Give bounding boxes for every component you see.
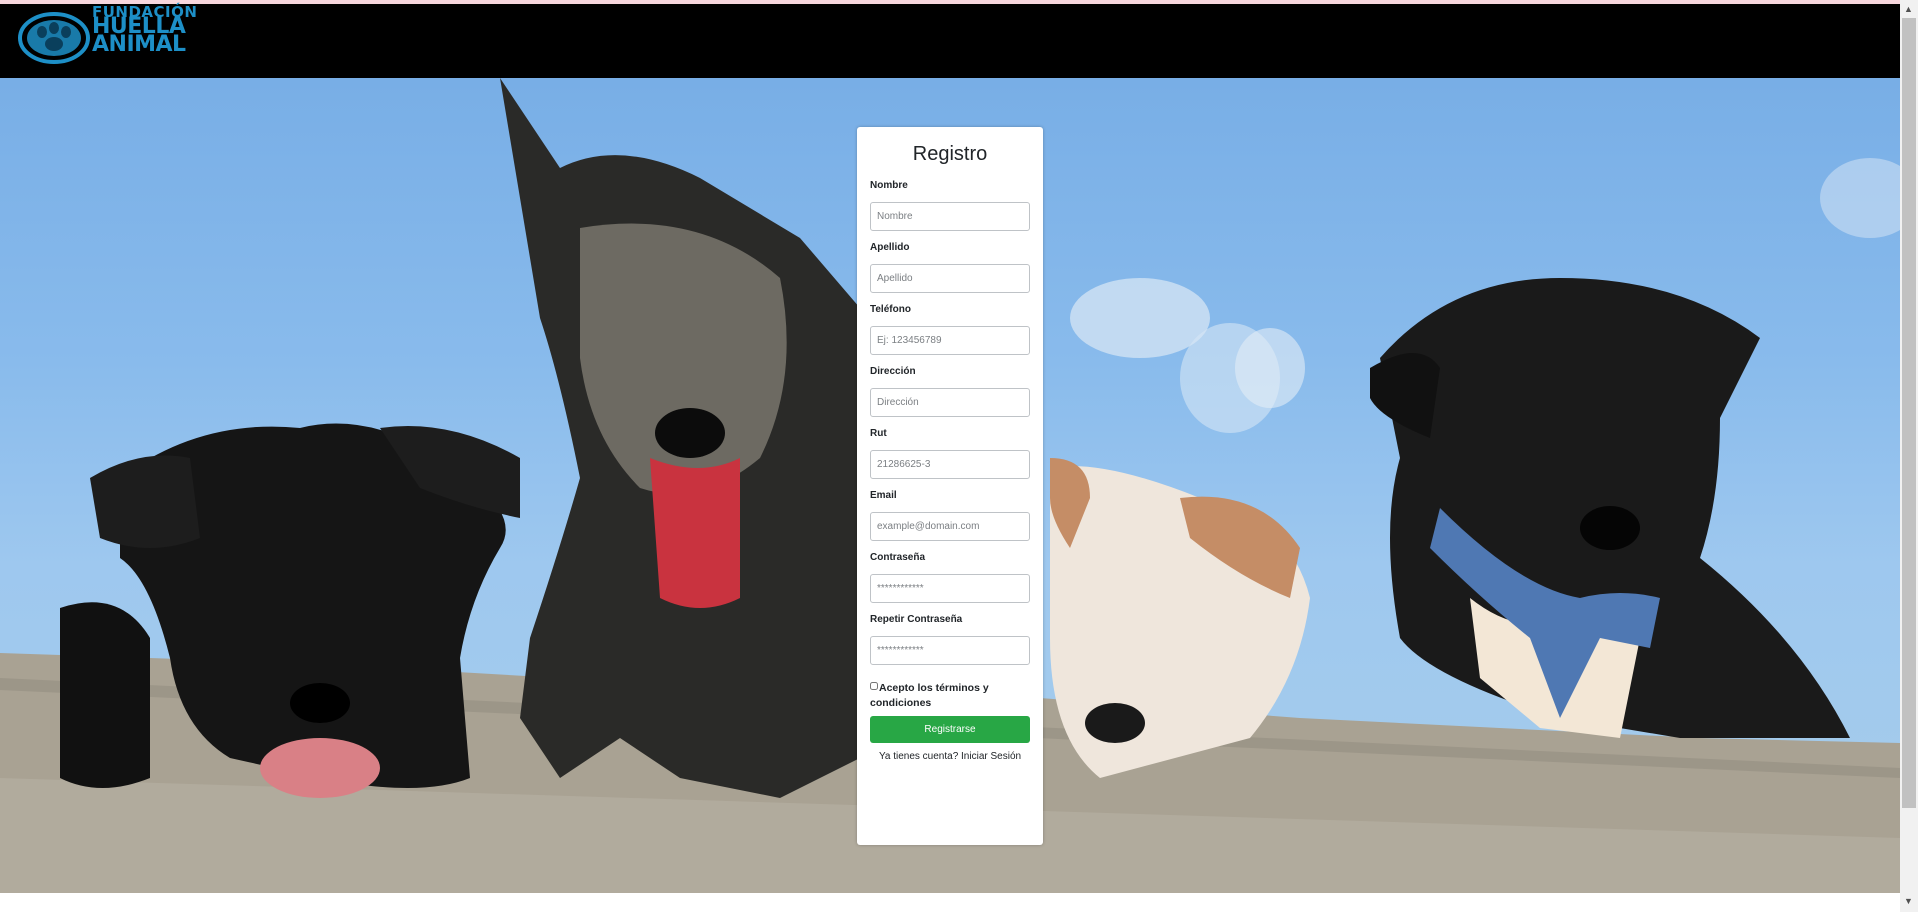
field-repeat-password: Repetir Contraseña (870, 614, 1030, 665)
rut-label: Rut (870, 428, 887, 439)
repeat-password-label: Repetir Contraseña (870, 614, 963, 625)
nombre-label: Nombre (870, 180, 908, 191)
password-input[interactable] (870, 574, 1030, 603)
email-input[interactable] (870, 512, 1030, 541)
field-apellido: Apellido (870, 242, 1030, 293)
direccion-label: Dirección (870, 366, 916, 377)
nombre-input[interactable] (870, 202, 1030, 231)
field-password: Contraseña (870, 552, 1030, 603)
brand-logo[interactable]: FUNDACIÓN HUELLA ANIMAL (18, 4, 198, 68)
field-direccion: Dirección (870, 366, 1030, 417)
registration-form: Registro Nombre Apellido Teléfono Direcc… (857, 127, 1043, 845)
vertical-scrollbar[interactable]: ▲ ▼ (1900, 0, 1918, 912)
chevron-down-icon[interactable]: ▼ (1904, 896, 1913, 906)
apellido-input[interactable] (870, 264, 1030, 293)
page-bottom-strip (0, 893, 1900, 912)
form-title: Registro (912, 143, 988, 165)
login-link[interactable]: Ya tienes cuenta? Iniciar Sesión (870, 751, 1030, 762)
telefono-input[interactable] (870, 326, 1030, 355)
password-label: Contraseña (870, 552, 926, 563)
brand-name: FUNDACIÓN HUELLA ANIMAL (92, 4, 197, 58)
field-nombre: Nombre (870, 180, 1030, 231)
terms-row: Acepto los términos y condiciones (870, 681, 1030, 711)
field-telefono: Teléfono (870, 304, 1030, 355)
direccion-input[interactable] (870, 388, 1030, 417)
terms-checkbox[interactable] (870, 682, 878, 690)
scrollbar-thumb[interactable] (1902, 18, 1916, 808)
register-button[interactable]: Registrarse (870, 716, 1030, 743)
repeat-password-input[interactable] (870, 636, 1030, 665)
field-rut: Rut (870, 428, 1030, 479)
email-label: Email (870, 490, 897, 501)
telefono-label: Teléfono (870, 304, 911, 315)
rut-input[interactable] (870, 450, 1030, 479)
paw-icon (18, 12, 90, 64)
chevron-up-icon[interactable]: ▲ (1904, 4, 1913, 14)
apellido-label: Apellido (870, 242, 910, 253)
terms-label: Acepto los términos y condiciones (870, 682, 989, 709)
brand-line-3: ANIMAL (92, 32, 186, 58)
field-email: Email (870, 490, 1030, 541)
navbar: FUNDACIÓN HUELLA ANIMAL (0, 4, 1900, 78)
